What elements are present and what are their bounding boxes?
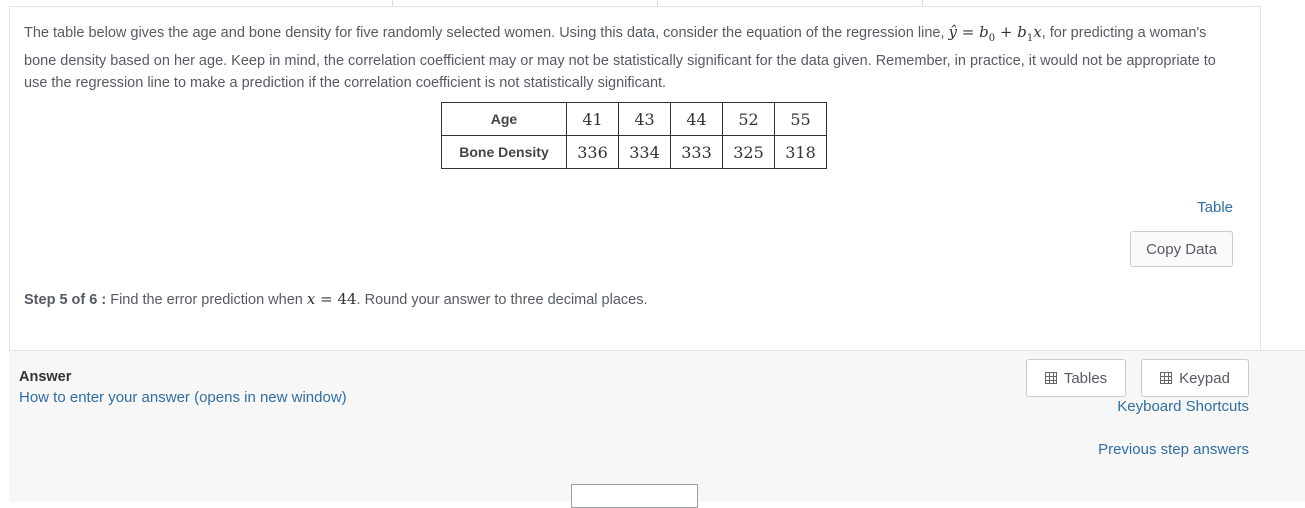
table-link[interactable]: Table [1197, 199, 1233, 216]
density-cell: 318 [774, 135, 827, 169]
step-prompt: Step 5 of 6 : Find the error prediction … [24, 290, 648, 308]
table-grid-icon [1044, 372, 1057, 384]
regression-equation: ŷ = b0 + b1x [948, 23, 1042, 44]
step-label: Step 5 of 6 : [24, 292, 107, 308]
age-cell: 55 [774, 102, 827, 136]
step-value: 44 [337, 290, 357, 308]
density-cell: 336 [566, 135, 619, 169]
keypad-icon [1160, 372, 1173, 384]
age-cell: 44 [670, 102, 723, 136]
age-cell: 52 [722, 102, 775, 136]
density-cell: 333 [670, 135, 723, 169]
age-cell: 43 [618, 102, 671, 136]
table-row-bone-density: Bone Density 336 334 333 325 318 [441, 135, 827, 169]
intro-text-part1: The table below gives the age and bone d… [24, 25, 949, 41]
tables-button[interactable]: Tables [1026, 359, 1126, 397]
density-cell: 325 [722, 135, 775, 169]
answer-label: Answer [19, 369, 72, 385]
keypad-button[interactable]: Keypad [1141, 359, 1249, 397]
row-header-bone-density: Bone Density [441, 135, 567, 169]
table-row-age: Age 41 43 44 52 55 [441, 102, 827, 136]
how-to-enter-answer-link[interactable]: How to enter your answer (opens in new w… [19, 389, 347, 406]
previous-step-answers-link[interactable]: Previous step answers [1098, 441, 1249, 458]
age-cell: 41 [566, 102, 619, 136]
answer-input[interactable] [571, 484, 698, 508]
copy-data-button[interactable]: Copy Data [1130, 231, 1233, 267]
keyboard-shortcuts-link[interactable]: Keyboard Shortcuts [1117, 398, 1249, 415]
row-header-age: Age [441, 102, 567, 136]
question-text: The table below gives the age and bone d… [24, 21, 1239, 94]
data-table: Age 41 43 44 52 55 Bone Density 336 334 … [441, 102, 827, 169]
density-cell: 334 [618, 135, 671, 169]
